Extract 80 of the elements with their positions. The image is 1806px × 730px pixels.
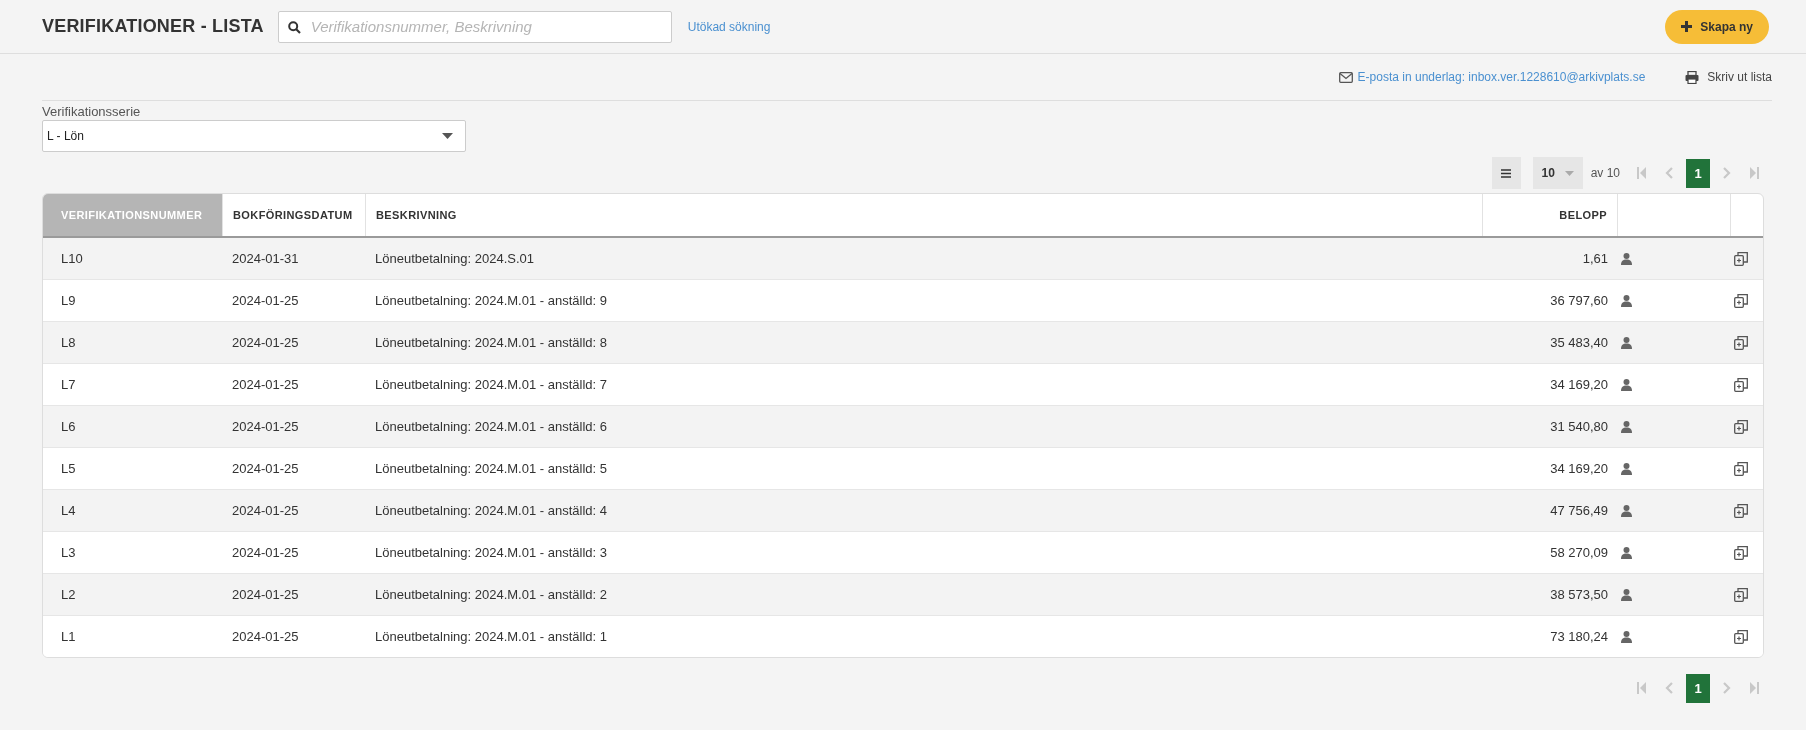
copy-icon[interactable] bbox=[1734, 293, 1748, 308]
menu-icon bbox=[1501, 168, 1512, 178]
table-cell-text: 35 483,40 bbox=[1549, 335, 1609, 350]
list-view-button[interactable] bbox=[1491, 157, 1521, 189]
table-cell-text: Löneutbetalning: 2024.M.01 - anställd: 9 bbox=[374, 293, 608, 308]
table-cell-text: 2024-01-25 bbox=[231, 503, 300, 518]
person-icon[interactable] bbox=[1621, 588, 1632, 601]
person-icon[interactable] bbox=[1621, 294, 1632, 307]
caret-icon bbox=[442, 133, 453, 139]
table-cell-text: L9 bbox=[60, 293, 77, 308]
person-icon[interactable] bbox=[1621, 546, 1632, 559]
copy-icon[interactable] bbox=[1734, 503, 1748, 518]
table-cell-text: 47 756,49 bbox=[1549, 503, 1609, 518]
page-button[interactable]: 1 bbox=[1686, 158, 1710, 188]
table-cell-text: L1 bbox=[60, 629, 77, 644]
series-dropdown[interactable]: L - Lön bbox=[42, 120, 466, 152]
copy-icon[interactable] bbox=[1734, 629, 1748, 644]
copy-icon[interactable] bbox=[1734, 587, 1748, 602]
field-label: Verifikationsserie bbox=[42, 103, 142, 120]
caret-icon bbox=[1564, 170, 1574, 176]
table-cell-text: 73 180,24 bbox=[1549, 629, 1609, 644]
table-cell-text: 58 270,09 bbox=[1549, 545, 1609, 560]
table-cell-text: 2024-01-25 bbox=[231, 419, 300, 434]
table-cell-text: L4 bbox=[60, 503, 77, 518]
table-cell-text: Löneutbetalning: 2024.M.01 - anställd: 1 bbox=[374, 629, 608, 644]
person-icon[interactable] bbox=[1621, 462, 1632, 475]
table-cell-text: L8 bbox=[60, 335, 77, 350]
copy-icon[interactable] bbox=[1734, 251, 1748, 266]
page-button[interactable]: 1 bbox=[1686, 673, 1710, 703]
person-icon[interactable] bbox=[1621, 420, 1632, 433]
table-cell-text: 2024-01-25 bbox=[231, 587, 300, 602]
column-header[interactable]: BOKFÖRINGSDATUM bbox=[223, 194, 366, 236]
copy-icon[interactable] bbox=[1734, 419, 1748, 434]
table-cell-text: 2024-01-25 bbox=[231, 545, 300, 560]
table-cell-text: Löneutbetalning: 2024.M.01 - anställd: 6 bbox=[374, 419, 608, 434]
person-icon[interactable] bbox=[1621, 630, 1632, 643]
person-icon[interactable] bbox=[1621, 504, 1632, 517]
table-cell-text: Löneutbetalning: 2024.M.01 - anställd: 7 bbox=[374, 377, 608, 392]
table-cell-text: 31 540,80 bbox=[1549, 419, 1609, 434]
table-cell-text: 2024-01-25 bbox=[231, 335, 300, 350]
person-icon[interactable] bbox=[1621, 252, 1632, 265]
table-cell-text: Löneutbetalning: 2024.S.01 bbox=[374, 251, 536, 266]
table-cell-text: L6 bbox=[60, 419, 77, 434]
table-cell-text: Löneutbetalning: 2024.M.01 - anställd: 3 bbox=[374, 545, 608, 560]
table-cell-text: 2024-01-25 bbox=[231, 377, 300, 392]
page-size-dropdown[interactable]: 10 bbox=[1532, 157, 1583, 189]
envelope-icon bbox=[1338, 71, 1353, 83]
table-cell-text: 34 169,20 bbox=[1549, 377, 1609, 392]
search-field[interactable]: Verifikationsnummer, Beskrivning bbox=[277, 10, 672, 43]
table-cell-text: Löneutbetalning: 2024.M.01 - anställd: 5 bbox=[374, 461, 608, 476]
plus-icon bbox=[1681, 21, 1693, 32]
column-header[interactable]: BESKRIVNING bbox=[366, 194, 1483, 236]
copy-icon[interactable] bbox=[1734, 545, 1748, 560]
copy-icon[interactable] bbox=[1734, 461, 1748, 476]
table-cell-text: Löneutbetalning: 2024.M.01 - anställd: 8 bbox=[374, 335, 608, 350]
copy-icon[interactable] bbox=[1734, 377, 1748, 392]
printer-icon bbox=[1685, 70, 1700, 84]
table-cell-text: 2024-01-25 bbox=[231, 293, 300, 308]
create-button[interactable]: Skapa ny bbox=[1665, 9, 1769, 44]
table-cell-text: L3 bbox=[60, 545, 77, 560]
page-title: VERIFIKATIONER - LISTA bbox=[42, 16, 264, 37]
table-cell-text: L2 bbox=[60, 587, 77, 602]
table-cell-text: 2024-01-25 bbox=[231, 629, 300, 644]
table-cell-text: 34 169,20 bbox=[1549, 461, 1609, 476]
print-link[interactable]: Skriv ut lista bbox=[1685, 70, 1772, 84]
table-cell-text: 36 797,60 bbox=[1549, 293, 1609, 308]
table-cell-text: L7 bbox=[60, 377, 77, 392]
person-icon[interactable] bbox=[1621, 378, 1632, 391]
page-total: av 10 bbox=[1590, 166, 1620, 180]
table-cell-text: 38 573,50 bbox=[1549, 587, 1609, 602]
table-cell-text: Löneutbetalning: 2024.M.01 - anställd: 4 bbox=[374, 503, 608, 518]
copy-icon[interactable] bbox=[1734, 335, 1748, 350]
column-header[interactable]: BELOPP bbox=[1483, 194, 1618, 236]
table-cell-text: L10 bbox=[60, 251, 84, 266]
table-cell-text: 2024-01-25 bbox=[231, 461, 300, 476]
table-cell-text: 2024-01-31 bbox=[231, 251, 300, 266]
table-cell-text: 1,61 bbox=[1581, 251, 1609, 266]
person-icon[interactable] bbox=[1621, 336, 1632, 349]
table-cell-text: Löneutbetalning: 2024.M.01 - anställd: 2 bbox=[374, 587, 608, 602]
table-cell-text: L5 bbox=[60, 461, 77, 476]
